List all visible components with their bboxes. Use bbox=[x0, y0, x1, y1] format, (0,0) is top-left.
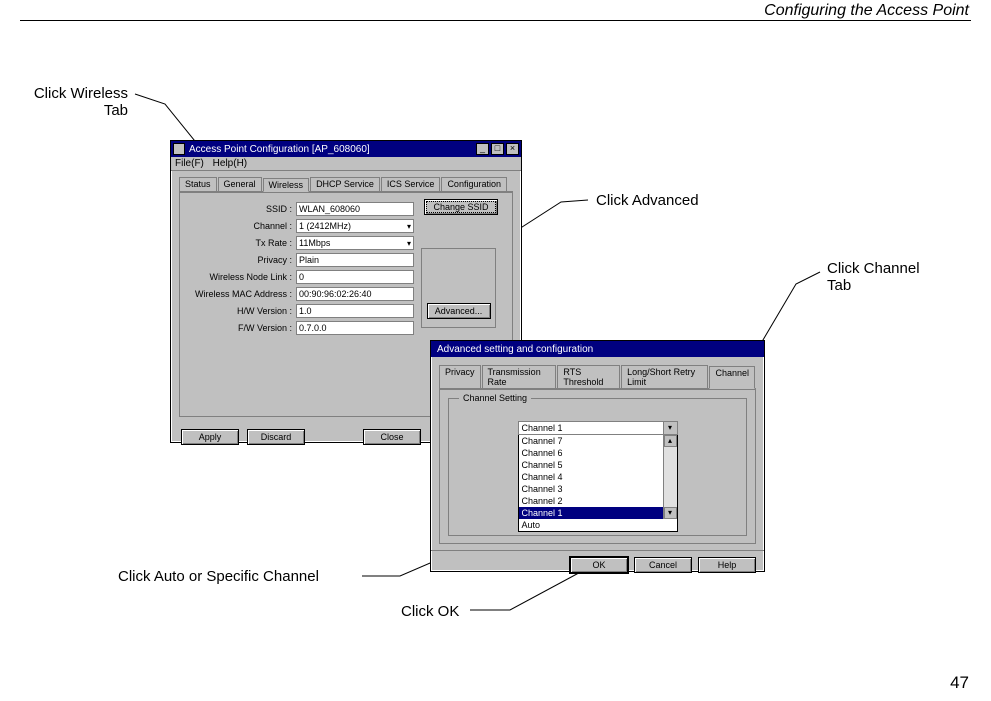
channel-combo[interactable]: 1 (2412MHz) bbox=[296, 219, 414, 233]
tab-wireless[interactable]: Wireless bbox=[263, 178, 310, 192]
channel-option[interactable]: Auto bbox=[519, 519, 677, 531]
advanced-button[interactable]: Advanced... bbox=[427, 303, 491, 319]
menu-file[interactable]: File(F) bbox=[175, 158, 204, 169]
dropdown-arrow-icon[interactable]: ▾ bbox=[663, 422, 677, 434]
channel-selected-value: Channel 1 bbox=[519, 423, 663, 433]
channel-option-selected[interactable]: Channel 1 bbox=[519, 507, 677, 519]
close-window-button[interactable]: × bbox=[506, 143, 519, 155]
cancel-button[interactable]: Cancel bbox=[634, 557, 692, 573]
discard-button[interactable]: Discard bbox=[247, 429, 305, 445]
hw-field: 1.0 bbox=[296, 304, 414, 318]
nodelink-field: 0 bbox=[296, 270, 414, 284]
tab-status[interactable]: Status bbox=[179, 177, 217, 191]
advanced-window-title: Advanced setting and configuration bbox=[433, 344, 762, 355]
help-button[interactable]: Help bbox=[698, 557, 756, 573]
ssid-field[interactable]: WLAN_608060 bbox=[296, 202, 414, 216]
menu-help[interactable]: Help(H) bbox=[213, 158, 247, 169]
ssid-label: SSID : bbox=[186, 204, 296, 214]
advanced-group: Advanced... bbox=[421, 248, 496, 328]
menubar: File(F) Help(H) bbox=[171, 157, 521, 171]
tab-adv-txrate[interactable]: Transmission Rate bbox=[482, 365, 557, 388]
tab-configuration[interactable]: Configuration bbox=[441, 177, 507, 191]
fw-label: F/W Version : bbox=[186, 323, 296, 333]
advanced-button-row: OK Cancel Help bbox=[431, 550, 764, 579]
channel-option[interactable]: Channel 2 bbox=[519, 495, 677, 507]
tab-adv-rts[interactable]: RTS Threshold bbox=[557, 365, 620, 388]
channel-setting-group: Channel Setting Channel 1 ▾ ▴ ▾ Channel … bbox=[448, 398, 747, 536]
tab-dhcp[interactable]: DHCP Service bbox=[310, 177, 380, 191]
minimize-button[interactable]: _ bbox=[476, 143, 489, 155]
change-ssid-button[interactable]: Change SSID bbox=[424, 199, 498, 215]
channel-option[interactable]: Channel 7 bbox=[519, 435, 677, 447]
hw-label: H/W Version : bbox=[186, 306, 296, 316]
privacy-field[interactable]: Plain bbox=[296, 253, 414, 267]
callout-ok: Click OK bbox=[401, 603, 459, 620]
tab-ics[interactable]: ICS Service bbox=[381, 177, 441, 191]
main-tabs: Status General Wireless DHCP Service ICS… bbox=[179, 177, 513, 192]
ok-button[interactable]: OK bbox=[570, 557, 628, 573]
tab-adv-retry[interactable]: Long/Short Retry Limit bbox=[621, 365, 708, 388]
channel-option[interactable]: Channel 5 bbox=[519, 459, 677, 471]
mac-field: 00:90:96:02:26:40 bbox=[296, 287, 414, 301]
advanced-window: Advanced setting and configuration Priva… bbox=[430, 340, 765, 572]
main-titlebar: Access Point Configuration [AP_608060] _… bbox=[171, 141, 521, 157]
scroll-track[interactable] bbox=[664, 447, 677, 507]
page-header-rule bbox=[20, 20, 971, 21]
callout-advanced: Click Advanced bbox=[596, 192, 699, 209]
channel-option[interactable]: Channel 3 bbox=[519, 483, 677, 495]
callout-channel-tab: Click Channel Tab bbox=[827, 260, 920, 294]
list-scrollbar[interactable]: ▴ ▾ bbox=[663, 435, 677, 519]
channel-option[interactable]: Channel 4 bbox=[519, 471, 677, 483]
app-icon bbox=[173, 143, 185, 155]
channel-select[interactable]: Channel 1 ▾ ▴ ▾ Channel 7 Channel 6 Chan… bbox=[518, 421, 678, 532]
advanced-titlebar: Advanced setting and configuration bbox=[431, 341, 764, 357]
channel-label: Channel : bbox=[186, 221, 296, 231]
main-window-title: Access Point Configuration [AP_608060] bbox=[189, 144, 476, 155]
mac-label: Wireless MAC Address : bbox=[186, 289, 296, 299]
apply-button[interactable]: Apply bbox=[181, 429, 239, 445]
scroll-down-icon[interactable]: ▾ bbox=[664, 507, 677, 519]
close-button[interactable]: Close bbox=[363, 429, 421, 445]
tab-general[interactable]: General bbox=[218, 177, 262, 191]
privacy-label: Privacy : bbox=[186, 255, 296, 265]
nodelink-label: Wireless Node Link : bbox=[186, 272, 296, 282]
section-title: Configuring the Access Point bbox=[764, 2, 969, 20]
maximize-button[interactable]: □ bbox=[491, 143, 504, 155]
advanced-panel: Channel Setting Channel 1 ▾ ▴ ▾ Channel … bbox=[439, 389, 756, 544]
advanced-tabs: Privacy Transmission Rate RTS Threshold … bbox=[439, 365, 756, 389]
channel-option[interactable]: Channel 6 bbox=[519, 447, 677, 459]
channel-group-title: Channel Setting bbox=[459, 393, 531, 403]
txrate-combo[interactable]: 11Mbps bbox=[296, 236, 414, 250]
tab-adv-privacy[interactable]: Privacy bbox=[439, 365, 481, 388]
callout-wireless-tab: Click Wireless Tab bbox=[18, 85, 128, 119]
fw-field: 0.7.0.0 bbox=[296, 321, 414, 335]
txrate-label: Tx Rate : bbox=[186, 238, 296, 248]
page-number: 47 bbox=[950, 673, 969, 693]
tab-adv-channel[interactable]: Channel bbox=[709, 366, 755, 389]
channel-option-list: ▴ ▾ Channel 7 Channel 6 Channel 5 Channe… bbox=[518, 435, 678, 532]
scroll-up-icon[interactable]: ▴ bbox=[664, 435, 677, 447]
callout-auto-specific: Click Auto or Specific Channel bbox=[118, 568, 319, 585]
